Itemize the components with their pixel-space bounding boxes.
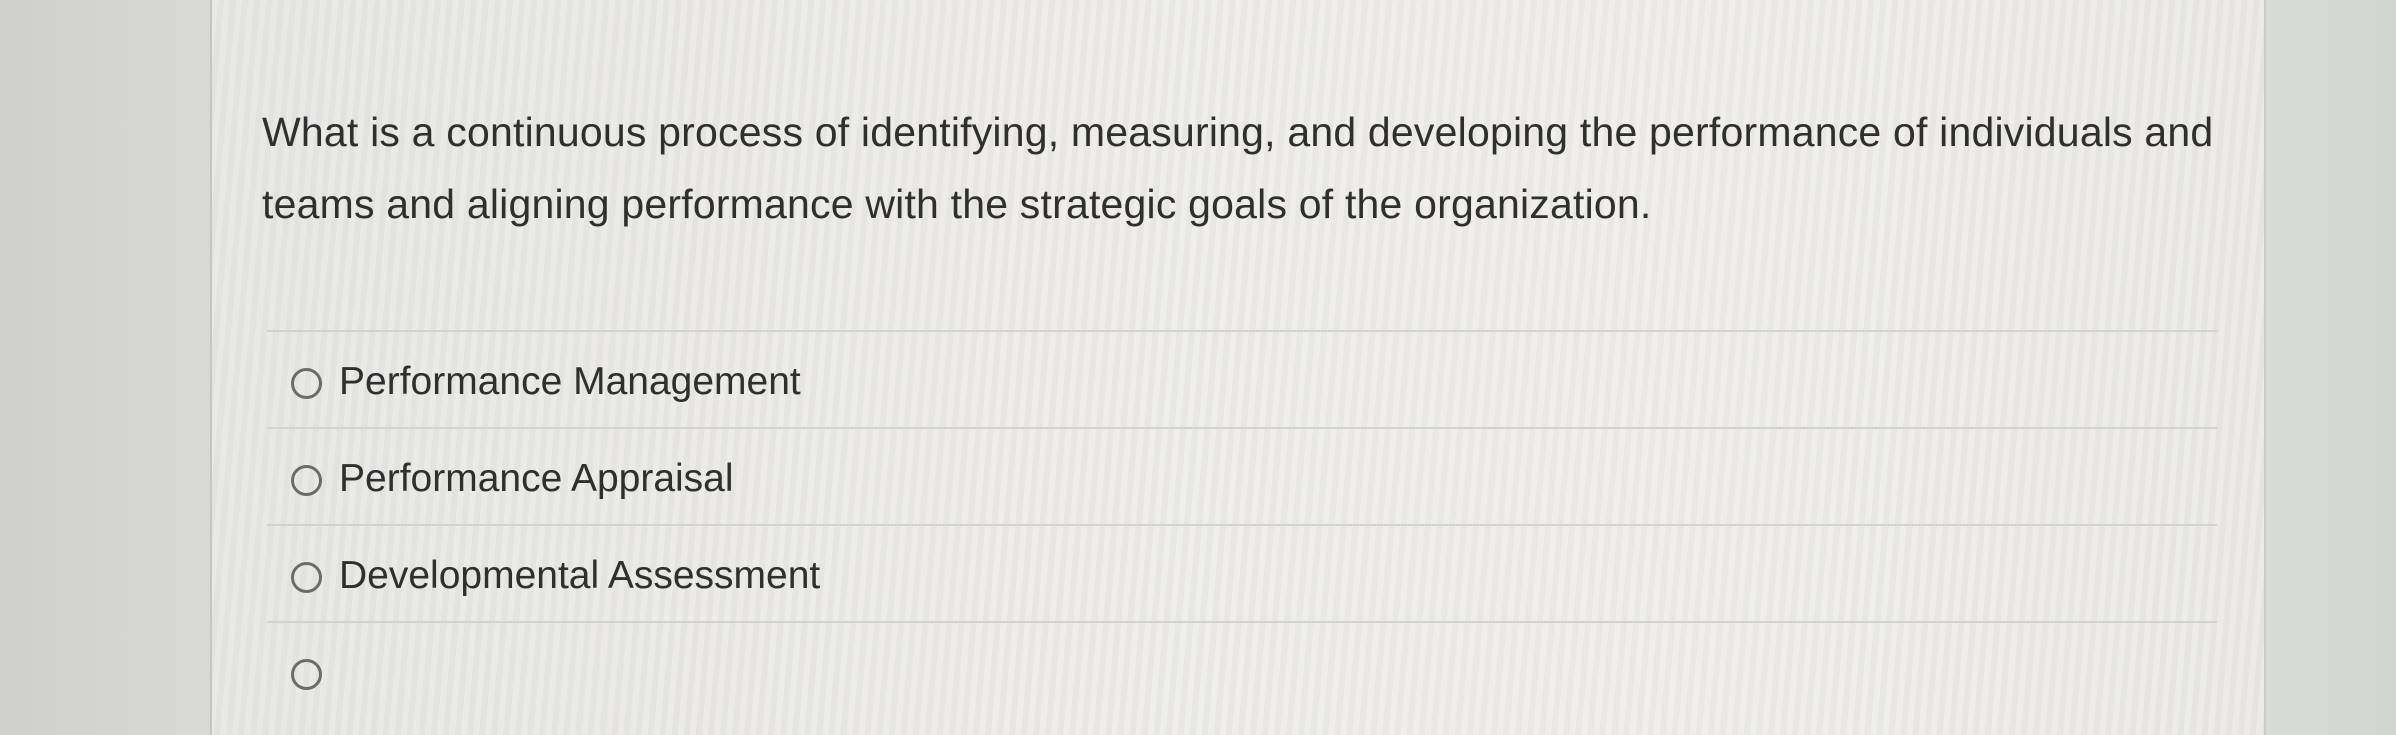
answer-option[interactable]	[267, 621, 2217, 718]
answer-options: Performance Management Performance Appra…	[267, 330, 2217, 718]
radio-button[interactable]	[291, 562, 322, 593]
answer-option[interactable]: Performance Management	[267, 330, 2217, 427]
answer-option-label[interactable]: Developmental Assessment	[339, 550, 820, 602]
question-text: What is a continuous process of identify…	[262, 109, 2214, 227]
background-right	[2266, 0, 2396, 735]
background-left	[0, 0, 210, 735]
answer-option-label[interactable]: Performance Management	[339, 356, 801, 408]
answer-option[interactable]: Performance Appraisal	[267, 427, 2217, 524]
answer-option-label[interactable]: Performance Appraisal	[339, 453, 734, 505]
radio-button[interactable]	[291, 368, 322, 399]
radio-button[interactable]	[291, 659, 322, 690]
radio-button[interactable]	[291, 465, 322, 496]
answer-option[interactable]: Developmental Assessment	[267, 524, 2217, 621]
question-card: What is a continuous process of identify…	[210, 0, 2266, 735]
